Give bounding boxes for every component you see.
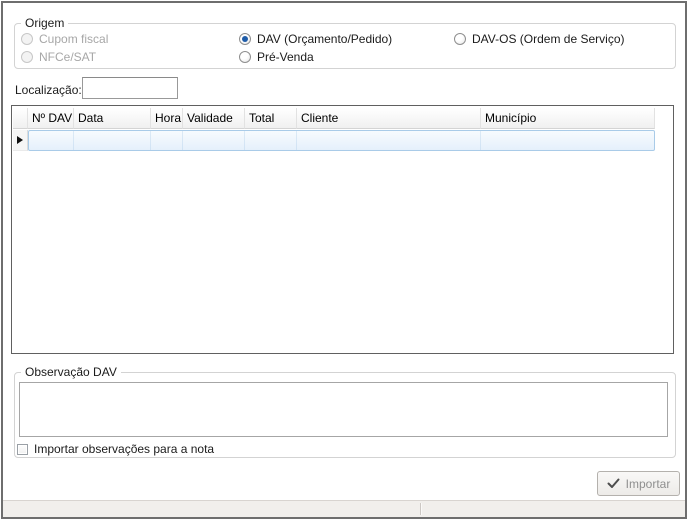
import-observations-checkbox-label: Importar observações para a nota bbox=[34, 442, 214, 456]
importar-button-label: Importar bbox=[626, 477, 671, 491]
cell-data bbox=[74, 131, 151, 150]
origem-groupbox: Origem Cupom fiscal NFCe/SAT DAV (Orçame… bbox=[14, 23, 676, 69]
radio-dav-os-label[interactable]: DAV-OS (Ordem de Serviço) bbox=[472, 32, 624, 46]
grid-header-validade[interactable]: Validade bbox=[183, 108, 245, 129]
radio-icon[interactable] bbox=[239, 51, 251, 63]
origem-group-label: Origem bbox=[21, 16, 68, 30]
dav-grid[interactable]: Nº DAV Data Hora Validade Total Cliente … bbox=[11, 105, 674, 354]
radio-cupom-fiscal: Cupom fiscal bbox=[21, 31, 108, 47]
right-triangle-icon bbox=[17, 136, 23, 144]
row-selector-cell bbox=[13, 130, 28, 151]
cell-cliente bbox=[297, 131, 481, 150]
observacao-group-label: Observação DAV bbox=[21, 365, 121, 379]
observacao-groupbox: Observação DAV Importar observações para… bbox=[14, 372, 676, 458]
radio-pre-venda-label[interactable]: Pré-Venda bbox=[257, 50, 314, 64]
selected-row[interactable] bbox=[28, 130, 655, 151]
radio-icon bbox=[21, 51, 33, 63]
radio-icon bbox=[21, 33, 33, 45]
radio-icon[interactable] bbox=[454, 33, 466, 45]
cell-validade bbox=[183, 131, 245, 150]
observacao-textarea[interactable] bbox=[19, 382, 668, 437]
grid-header-ndav[interactable]: Nº DAV bbox=[28, 108, 74, 129]
localizacao-label: Localização: bbox=[15, 83, 82, 97]
checkbox-unchecked-icon[interactable] bbox=[17, 444, 28, 455]
radio-nfce-sat-label: NFCe/SAT bbox=[39, 50, 96, 64]
checkmark-icon bbox=[607, 478, 620, 489]
localizacao-input[interactable] bbox=[82, 77, 178, 99]
cell-total bbox=[245, 131, 297, 150]
radio-dav-os[interactable]: DAV-OS (Ordem de Serviço) bbox=[454, 31, 624, 47]
cell-hora bbox=[151, 131, 183, 150]
radio-nfce-sat: NFCe/SAT bbox=[21, 49, 96, 65]
status-bar-divider bbox=[420, 503, 422, 515]
import-observations-checkbox-row[interactable]: Importar observações para a nota bbox=[17, 442, 214, 456]
grid-header-total[interactable]: Total bbox=[245, 108, 297, 129]
importar-button[interactable]: Importar bbox=[597, 471, 680, 496]
grid-header: Nº DAV Data Hora Validade Total Cliente … bbox=[13, 108, 655, 129]
grid-header-selector bbox=[13, 108, 28, 129]
radio-dav-label[interactable]: DAV (Orçamento/Pedido) bbox=[257, 32, 392, 46]
radio-selected-icon[interactable] bbox=[239, 33, 251, 45]
grid-header-data[interactable]: Data bbox=[74, 108, 151, 129]
table-row[interactable] bbox=[13, 130, 655, 151]
radio-pre-venda[interactable]: Pré-Venda bbox=[239, 49, 314, 65]
import-dav-window: Origem Cupom fiscal NFCe/SAT DAV (Orçame… bbox=[1, 1, 687, 519]
grid-header-municipio[interactable]: Município bbox=[481, 108, 655, 129]
grid-header-hora[interactable]: Hora bbox=[151, 108, 183, 129]
grid-header-cliente[interactable]: Cliente bbox=[297, 108, 481, 129]
status-bar bbox=[3, 500, 685, 517]
radio-cupom-fiscal-label: Cupom fiscal bbox=[39, 32, 108, 46]
radio-dav[interactable]: DAV (Orçamento/Pedido) bbox=[239, 31, 392, 47]
cell-municipio bbox=[481, 131, 654, 150]
cell-ndav bbox=[29, 131, 74, 150]
